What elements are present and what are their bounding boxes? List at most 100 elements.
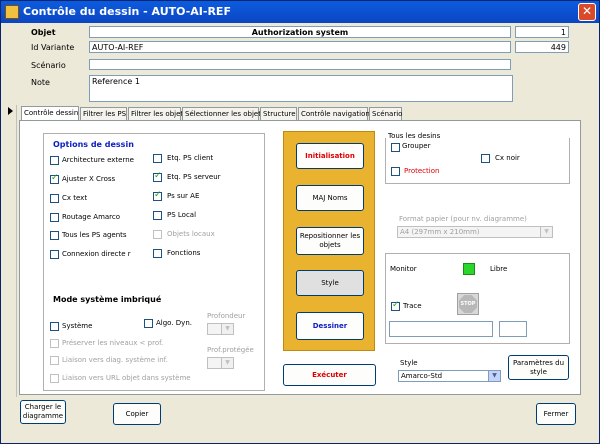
tab-selectionner-objets[interactable]: Sélectionner les objets	[182, 107, 265, 121]
objet-label: Objet	[31, 28, 56, 37]
ps-sur-ae-label: Ps sur AE	[167, 192, 200, 200]
routage-amarco-checkbox[interactable]	[50, 213, 59, 222]
app-icon	[5, 5, 19, 19]
tous-ps-agents-label: Tous les PS agents	[62, 231, 127, 239]
profondeur-select[interactable]: ▼	[207, 323, 234, 335]
id-variante-label: Id Variante	[31, 43, 75, 52]
options-dessin-title: Options de dessin	[53, 140, 134, 149]
monitor-status-indicator	[463, 263, 475, 275]
liaison-diag-label: Liaison vers diag. système inf.	[62, 356, 168, 364]
record-selector	[5, 105, 17, 397]
format-papier-label: Format papier (pour nv. diagramme)	[399, 215, 527, 223]
preserver-checkbox[interactable]	[50, 339, 59, 348]
dialog-window: Contrôle du dessin - AUTO-AI-REF ✕ Objet…	[0, 0, 600, 444]
tab-controle-navigation[interactable]: Contrôle navigation	[298, 107, 370, 121]
chevron-down-icon: ▼	[221, 324, 233, 334]
scenario-label: Scénario	[31, 61, 66, 70]
format-papier-select[interactable]: A4 (297mm x 210mm) ▼	[397, 226, 553, 238]
tous-ps-agents-checkbox[interactable]	[50, 231, 59, 240]
protection-label: Protection	[404, 167, 440, 175]
chevron-down-icon: ▼	[540, 227, 552, 237]
style-label: Style	[400, 359, 418, 367]
architecture-externe-checkbox[interactable]	[50, 156, 59, 165]
prof-protegee-select[interactable]: ▼	[207, 357, 234, 369]
id-variante-field[interactable]: AUTO-AI-REF	[89, 41, 511, 53]
etq-ps-serveur-checkbox[interactable]	[153, 171, 162, 182]
grouper-checkbox[interactable]	[391, 143, 400, 152]
protection-checkbox[interactable]	[391, 167, 400, 176]
ps-sur-ae-checkbox[interactable]	[153, 190, 162, 201]
tab-scenario[interactable]: Scénario	[369, 107, 402, 121]
fonctions-label: Fonctions	[167, 249, 201, 257]
dessiner-button[interactable]: Dessiner	[296, 312, 364, 340]
fermer-button[interactable]: Fermer	[536, 403, 576, 425]
tab-controle-dessin[interactable]: Contrôle dessin	[21, 106, 79, 121]
etq-ps-client-checkbox[interactable]	[153, 154, 162, 163]
trace-checkbox[interactable]	[391, 300, 400, 311]
charger-diagramme-button[interactable]: Charger le diagramme	[20, 400, 66, 424]
grouper-label: Grouper	[402, 142, 431, 150]
tab-filtrer-ps[interactable]: Filtrer les PS	[80, 107, 127, 121]
ps-local-checkbox[interactable]	[153, 211, 162, 220]
trace-label: Trace	[403, 302, 422, 310]
monitor-status-label: Libre	[490, 265, 508, 273]
record-pointer-icon	[8, 107, 13, 115]
objet-count-field[interactable]: 1	[515, 26, 569, 38]
cx-noir-checkbox[interactable]	[481, 154, 490, 163]
style-button[interactable]: Style	[296, 270, 364, 296]
executer-button[interactable]: Exécuter	[283, 364, 376, 386]
preserver-label: Préserver les niveaux < prof.	[62, 339, 164, 347]
format-papier-value: A4 (297mm x 210mm)	[400, 228, 480, 236]
algo-dyn-checkbox[interactable]	[144, 319, 153, 328]
id-variante-count-field[interactable]: 449	[515, 41, 569, 53]
connexion-directe-checkbox[interactable]	[50, 250, 59, 259]
stop-button[interactable]: STOP	[457, 293, 479, 315]
initialisation-button[interactable]: Initialisation	[296, 143, 364, 169]
style-select-value: Amarco-Std	[401, 372, 443, 380]
cx-text-checkbox[interactable]	[50, 194, 59, 203]
copier-button[interactable]: Copier	[113, 403, 161, 425]
note-label: Note	[31, 78, 50, 87]
monitor-text-field[interactable]	[389, 321, 493, 337]
connexion-directe-label: Connexion directe r	[62, 250, 131, 258]
ajuster-x-cross-label: Ajuster X Cross	[62, 175, 116, 183]
maj-noms-button[interactable]: MAJ Noms	[296, 185, 364, 211]
repositionner-button[interactable]: Repositionner les objets	[296, 227, 364, 255]
stop-icon: STOP	[459, 295, 477, 313]
objets-locaux-label: Objets locaux	[167, 230, 215, 238]
mode-systeme-title: Mode système imbriqué	[53, 295, 162, 304]
tous-desins-title: Tous les desins	[387, 132, 442, 140]
chevron-down-icon: ▼	[221, 358, 233, 368]
objet-field[interactable]: Authorization system	[89, 26, 511, 38]
systeme-checkbox[interactable]	[50, 322, 59, 331]
ajuster-x-cross-checkbox[interactable]	[50, 173, 59, 184]
tab-structure[interactable]: Structure	[260, 107, 297, 121]
routage-amarco-label: Routage Amarco	[62, 213, 121, 221]
liaison-url-checkbox[interactable]	[50, 374, 59, 383]
algo-dyn-label: Algo. Dyn.	[156, 319, 192, 327]
liaison-url-label: Liaison vers URL objet dans système	[62, 374, 191, 382]
profondeur-label: Profondeur	[207, 312, 246, 320]
liaison-diag-checkbox[interactable]	[50, 356, 59, 365]
monitor-label: Monitor	[390, 265, 417, 273]
architecture-externe-label: Architecture externe	[62, 156, 134, 164]
tab-filtrer-objets[interactable]: Filtrer les objets	[128, 107, 187, 121]
ps-local-label: PS Local	[167, 211, 197, 219]
close-button[interactable]: ✕	[578, 3, 596, 21]
title-bar[interactable]: Contrôle du dessin - AUTO-AI-REF ✕	[1, 1, 599, 23]
cx-noir-label: Cx noir	[495, 154, 520, 162]
objets-locaux-checkbox[interactable]	[153, 230, 162, 239]
etq-ps-serveur-label: Etq. PS serveur	[167, 173, 221, 181]
scenario-field[interactable]	[89, 59, 511, 70]
cx-text-label: Cx text	[62, 194, 88, 202]
monitor-count-field[interactable]	[499, 321, 527, 337]
fonctions-checkbox[interactable]	[153, 249, 162, 258]
style-select[interactable]: Amarco-Std ▼	[398, 370, 501, 382]
prof-protegee-label: Prof.protégée	[207, 346, 254, 354]
parametres-style-button[interactable]: Paramètres du style	[508, 355, 569, 380]
chevron-down-icon: ▼	[488, 371, 500, 381]
etq-ps-client-label: Etq. PS client	[167, 154, 214, 162]
window-title: Contrôle du dessin - AUTO-AI-REF	[23, 5, 231, 18]
systeme-label: Système	[62, 322, 93, 330]
note-field[interactable]: Reference 1	[89, 75, 513, 102]
